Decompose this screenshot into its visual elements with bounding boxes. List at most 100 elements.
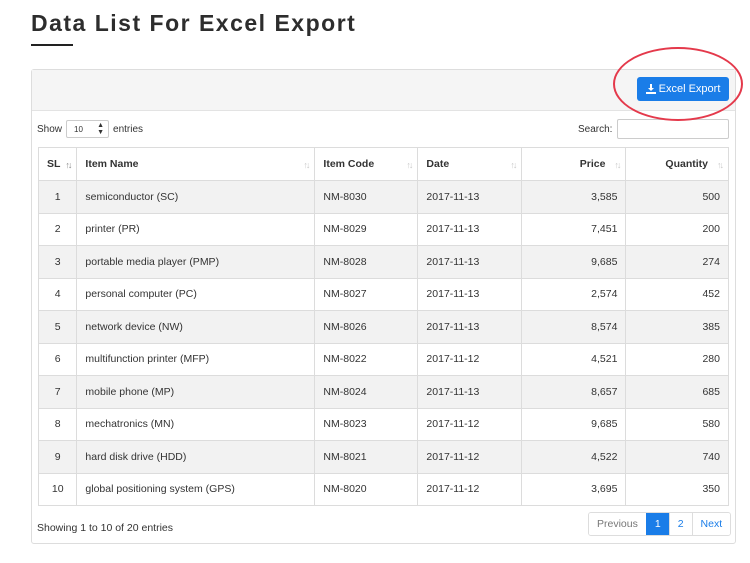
cell-date: 2017-11-12 — [417, 407, 523, 441]
page-length-value: 10 — [74, 124, 83, 134]
page-length-select[interactable]: 10 ▲ ▼ — [66, 120, 110, 138]
table-row: 4 personal computer (PC) NM-8027 2017-11… — [37, 277, 729, 311]
entries-label: entries — [113, 123, 144, 135]
cell-quantity: 500 — [625, 180, 729, 214]
cell-sl: 1 — [37, 180, 78, 214]
cell-quantity: 280 — [625, 342, 729, 376]
cell-item-code: NM-8023 — [314, 407, 419, 441]
column-header-date[interactable]: Date ↑↓ — [417, 147, 523, 181]
cell-sl: 3 — [37, 245, 78, 279]
cell-quantity: 452 — [625, 277, 729, 311]
cell-date: 2017-11-13 — [417, 310, 523, 344]
cell-date: 2017-11-13 — [417, 212, 523, 246]
cell-date: 2017-11-12 — [417, 342, 523, 376]
excel-export-button[interactable]: Excel Export — [637, 77, 729, 101]
column-header-price[interactable]: Price ↑↓ — [521, 147, 627, 181]
cell-sl: 8 — [37, 407, 78, 441]
cell-item-code: NM-8028 — [314, 245, 419, 279]
sort-arrows-icon: ↑↓ — [406, 160, 413, 170]
column-header-quantity[interactable]: Quantity ↑↓ — [625, 147, 729, 181]
cell-item-code: NM-8020 — [314, 472, 419, 506]
table-row: 10 global positioning system (GPS) NM-80… — [37, 472, 729, 506]
page-2-button[interactable]: 2 — [668, 513, 692, 535]
cell-item-name: multifunction printer (MFP) — [76, 342, 316, 376]
cell-sl: 10 — [37, 472, 78, 506]
cell-quantity: 350 — [625, 472, 729, 506]
cell-item-code: NM-8026 — [314, 310, 419, 344]
cell-price: 4,521 — [521, 342, 627, 376]
select-caret-icon: ▲ ▼ — [97, 122, 105, 136]
cell-item-name: network device (NW) — [76, 310, 316, 344]
cell-item-name: personal computer (PC) — [76, 277, 316, 311]
pagination: Previous 1 2 Next — [588, 512, 732, 536]
table-header-row: SL ↑↓ Item Name ↑↓ Item Code ↑↓ Date ↑↓ Pric… — [37, 147, 729, 181]
cell-price: 4,522 — [521, 440, 627, 474]
table-info: Showing 1 to 10 of 20 entries — [37, 522, 174, 534]
cell-item-code: NM-8030 — [314, 180, 419, 214]
card-header: Excel Export — [32, 70, 735, 111]
table-row: 8 mechatronics (MN) NM-8023 2017-11-12 9… — [37, 407, 729, 441]
data-card: Excel Export Show 10 ▲ ▼ entries Search: … — [31, 69, 736, 544]
cell-item-name: hard disk drive (HDD) — [76, 440, 316, 474]
table-row: 5 network device (NW) NM-8026 2017-11-13… — [37, 310, 729, 344]
download-icon — [645, 84, 656, 94]
next-page-button[interactable]: Next — [691, 513, 731, 535]
cell-item-name: portable media player (PMP) — [76, 245, 316, 279]
cell-quantity: 685 — [625, 375, 729, 409]
search-label: Search: — [578, 123, 613, 135]
cell-date: 2017-11-12 — [417, 472, 523, 506]
cell-quantity: 274 — [625, 245, 729, 279]
table-row: 3 portable media player (PMP) NM-8028 20… — [37, 245, 729, 279]
cell-item-name: printer (PR) — [76, 212, 316, 246]
excel-export-label: Excel Export — [658, 83, 721, 95]
cell-date: 2017-11-13 — [417, 180, 523, 214]
cell-item-name: semiconductor (SC) — [76, 180, 316, 214]
previous-page-button[interactable]: Previous — [589, 513, 646, 535]
cell-price: 9,685 — [521, 407, 627, 441]
cell-price: 8,657 — [521, 375, 627, 409]
cell-date: 2017-11-13 — [417, 245, 523, 279]
cell-quantity: 740 — [625, 440, 729, 474]
cell-price: 2,574 — [521, 277, 627, 311]
cell-price: 9,685 — [521, 245, 627, 279]
cell-item-code: NM-8024 — [314, 375, 419, 409]
cell-price: 3,695 — [521, 472, 627, 506]
cell-date: 2017-11-12 — [417, 440, 523, 474]
cell-quantity: 200 — [625, 212, 729, 246]
cell-item-name: global positioning system (GPS) — [76, 472, 316, 506]
cell-price: 7,451 — [521, 212, 627, 246]
data-table: SL ↑↓ Item Name ↑↓ Item Code ↑↓ Date ↑↓ Pric… — [37, 147, 729, 506]
search-control: Search: — [578, 119, 730, 139]
cell-sl: 4 — [37, 277, 78, 311]
page-title: Data List For Excel Export — [31, 10, 357, 36]
column-header-sl[interactable]: SL ↑↓ — [37, 147, 78, 181]
sort-arrows-icon: ↑↓ — [614, 160, 621, 170]
column-header-item-code[interactable]: Item Code ↑↓ — [314, 147, 419, 181]
table-row: 9 hard disk drive (HDD) NM-8021 2017-11-… — [37, 440, 729, 474]
sort-arrows-icon: ↑↓ — [717, 160, 724, 170]
cell-sl: 9 — [37, 440, 78, 474]
sort-arrows-icon: ↑↓ — [303, 160, 310, 170]
cell-item-name: mobile phone (MP) — [76, 375, 316, 409]
title-underline — [31, 44, 73, 46]
table-row: 2 printer (PR) NM-8029 2017-11-13 7,451 … — [37, 212, 729, 246]
column-header-item-name[interactable]: Item Name ↑↓ — [76, 147, 316, 181]
show-label: Show — [37, 123, 63, 135]
table-row: 6 multifunction printer (MFP) NM-8022 20… — [37, 342, 729, 376]
page-1-button[interactable]: 1 — [645, 513, 669, 535]
cell-item-code: NM-8021 — [314, 440, 419, 474]
page-length-control: Show 10 ▲ ▼ entries — [37, 120, 143, 138]
cell-date: 2017-11-13 — [417, 375, 523, 409]
cell-item-code: NM-8029 — [314, 212, 419, 246]
sort-arrows-icon: ↑↓ — [65, 160, 72, 170]
cell-sl: 2 — [37, 212, 78, 246]
cell-quantity: 580 — [625, 407, 729, 441]
search-input[interactable] — [617, 119, 730, 139]
sort-arrows-icon: ↑↓ — [510, 160, 517, 170]
table-row: 7 mobile phone (MP) NM-8024 2017-11-13 8… — [37, 375, 729, 409]
cell-quantity: 385 — [625, 310, 729, 344]
cell-price: 8,574 — [521, 310, 627, 344]
table-row: 1 semiconductor (SC) NM-8030 2017-11-13 … — [37, 180, 729, 214]
cell-sl: 7 — [37, 375, 78, 409]
cell-date: 2017-11-13 — [417, 277, 523, 311]
